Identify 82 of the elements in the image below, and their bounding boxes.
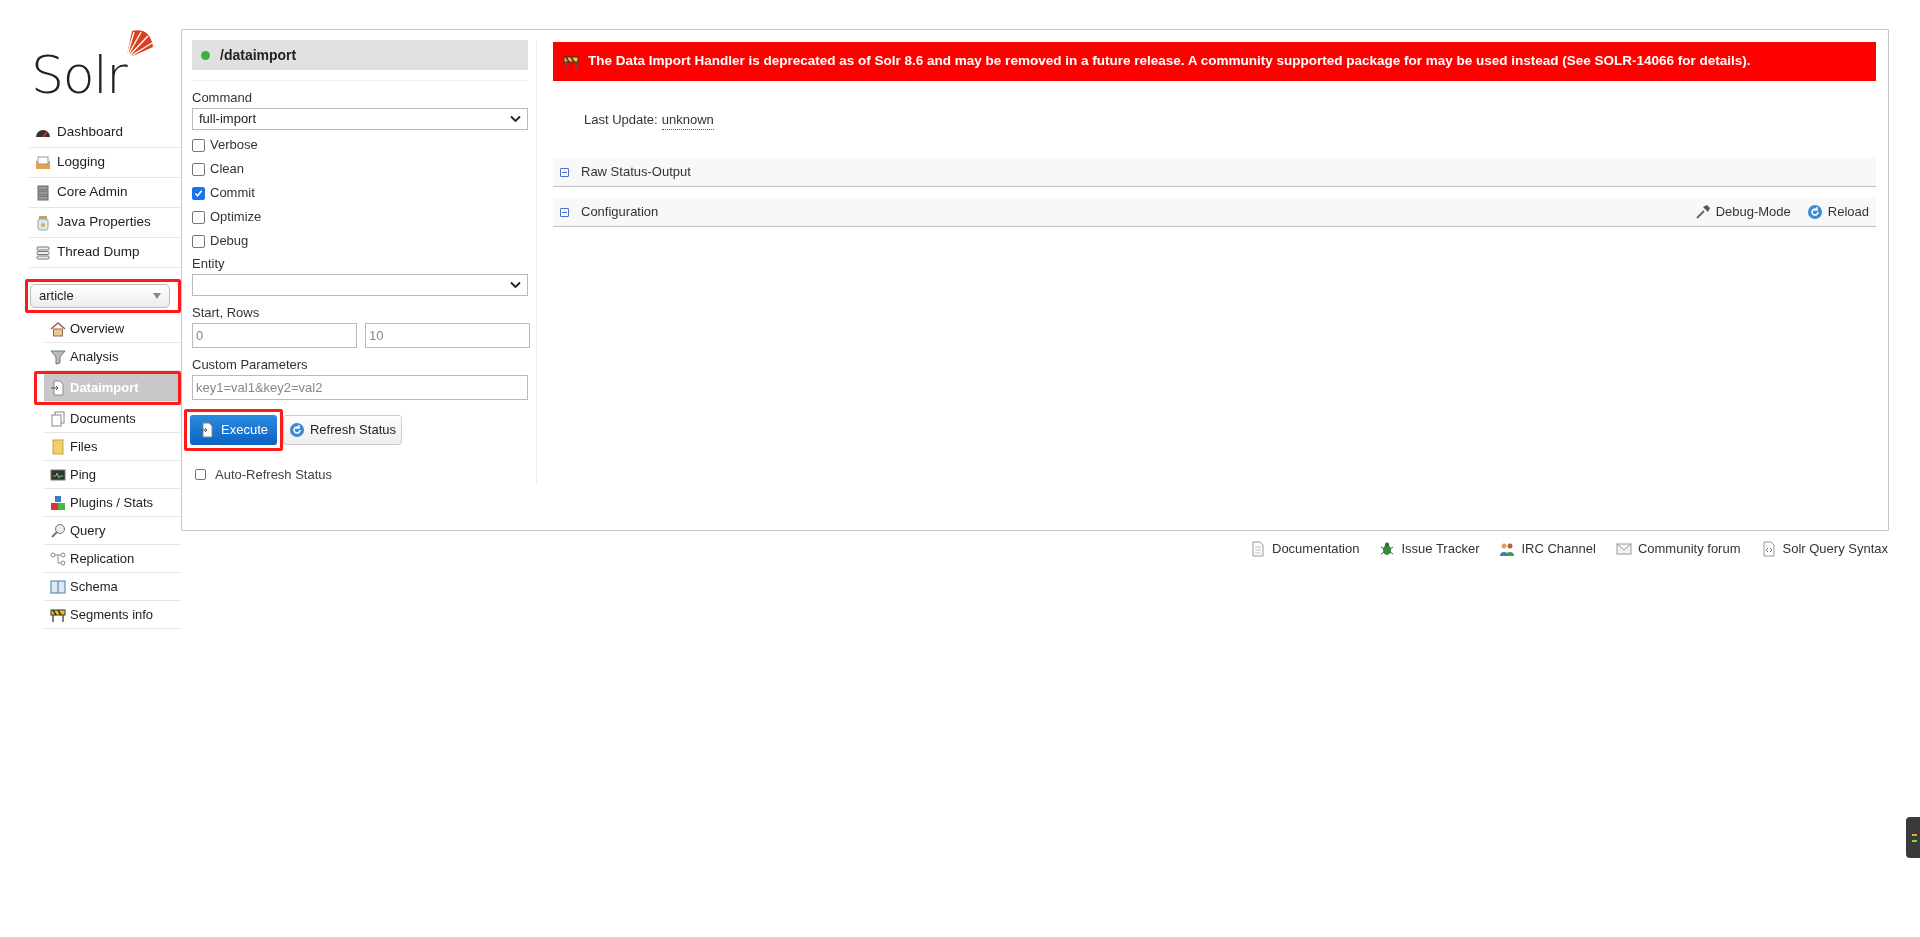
nav-item[interactable]: Java Properties xyxy=(29,208,181,238)
checkbox[interactable] xyxy=(192,186,205,200)
chevron-down-icon xyxy=(510,115,521,123)
bug-icon xyxy=(1379,540,1396,557)
core-menu-item[interactable]: Replication xyxy=(44,545,181,573)
banner-text: The Data Import Handler is deprecated as of Solr 8.6 and may be removed in a future release. A community supported package for may be used instead (See SOLR-14066 for details). xyxy=(588,52,1751,71)
folder-icon xyxy=(50,438,66,455)
import-icon xyxy=(50,379,66,396)
start-input[interactable]: 0 xyxy=(192,323,357,348)
checkbox[interactable] xyxy=(192,162,205,176)
last-update-value: unknown xyxy=(661,109,714,131)
footer-link[interactable]: Documentation xyxy=(1250,539,1360,559)
reload-icon xyxy=(1806,204,1823,220)
nav-item[interactable]: Logging xyxy=(29,148,181,178)
section-action-link[interactable]: Reload xyxy=(1806,202,1869,222)
checkbox-label: Optimize xyxy=(210,208,262,227)
reload-icon xyxy=(289,422,305,438)
last-update-label: Last Update: xyxy=(584,111,658,130)
funnel-icon xyxy=(50,348,66,365)
section-title: Raw Status-Output xyxy=(581,163,692,182)
field-label: Custom Parameters xyxy=(192,357,309,373)
command-select[interactable]: full-import xyxy=(192,108,528,130)
nav-item[interactable]: Thread Dump xyxy=(29,238,181,268)
core-menu-item[interactable]: Documents xyxy=(44,405,181,433)
core-menu-item[interactable]: Plugins / Stats xyxy=(44,489,181,517)
barrier-icon xyxy=(563,53,579,70)
custom-parameters-input[interactable]: key1=val1&key2=val2 xyxy=(192,375,528,400)
chevron-down-icon xyxy=(510,281,521,289)
checkbox[interactable] xyxy=(192,210,205,224)
solr-logo-text[interactable]: Solr xyxy=(31,49,127,101)
envelope-icon xyxy=(1615,540,1632,557)
refresh-status-button[interactable]: Refresh Status xyxy=(283,415,402,445)
import-icon xyxy=(199,422,215,438)
field-label: Start, Rows xyxy=(192,305,261,321)
core-menu-item[interactable]: Segments info xyxy=(44,601,181,629)
checkbox[interactable] xyxy=(192,138,205,152)
documents-icon xyxy=(50,410,66,427)
footer-link[interactable]: Solr Query Syntax xyxy=(1760,539,1888,559)
section-action-link[interactable]: Debug-Mode xyxy=(1694,202,1791,222)
floating-widget[interactable] xyxy=(1906,817,1920,858)
checkbox-label: Verbose xyxy=(210,136,258,155)
core-menu-item[interactable]: Query xyxy=(44,517,181,545)
jar-icon xyxy=(35,214,51,231)
section-header[interactable]: Raw Status-Output xyxy=(553,158,1876,187)
section-title: Configuration xyxy=(581,203,660,222)
nodes-icon xyxy=(50,550,66,567)
search-icon xyxy=(50,522,66,539)
core-menu-item[interactable]: Schema xyxy=(44,573,181,601)
footer-link[interactable]: Issue Tracker xyxy=(1379,539,1480,559)
footer-link[interactable]: IRC Channel xyxy=(1499,539,1596,559)
handler-title: /dataimport xyxy=(220,45,297,65)
checkbox[interactable] xyxy=(195,469,206,481)
nav-item[interactable]: Core Admin xyxy=(29,178,181,208)
barrier-icon xyxy=(50,606,66,623)
section-header[interactable]: Configuration Debug-Mode Reload xyxy=(553,198,1876,227)
core-menu-item[interactable]: Files xyxy=(44,433,181,461)
monitor-icon xyxy=(50,466,66,483)
stack-icon xyxy=(35,244,51,261)
footer-link[interactable]: Community forum xyxy=(1615,539,1741,559)
code-file-icon xyxy=(1760,540,1777,557)
house-icon xyxy=(50,320,66,337)
caret-icon xyxy=(153,293,161,299)
checkbox-label: Clean xyxy=(210,160,244,179)
checkbox-label: Auto-Refresh Status xyxy=(215,466,333,484)
core-menu-item[interactable]: Overview xyxy=(44,315,181,343)
document-icon xyxy=(1250,540,1266,557)
hammer-icon xyxy=(1694,204,1711,220)
checkbox-label: Commit xyxy=(210,184,255,203)
checkbox-label: Debug xyxy=(210,232,249,251)
field-label: Command xyxy=(192,90,253,106)
blocks-icon xyxy=(50,494,66,511)
tray-icon xyxy=(35,154,51,171)
execute-button[interactable]: Execute xyxy=(190,415,277,445)
core-menu-item[interactable]: Ping xyxy=(44,461,181,489)
core-menu-item[interactable]: Analysis xyxy=(44,343,181,371)
rows-input[interactable]: 10 xyxy=(365,323,530,348)
server-icon xyxy=(35,184,51,201)
nav-item[interactable]: Dashboard xyxy=(29,118,181,148)
book-icon xyxy=(50,578,66,595)
field-label: Entity xyxy=(192,256,226,272)
core-selector[interactable]: article xyxy=(30,284,170,308)
checkbox[interactable] xyxy=(192,234,205,248)
